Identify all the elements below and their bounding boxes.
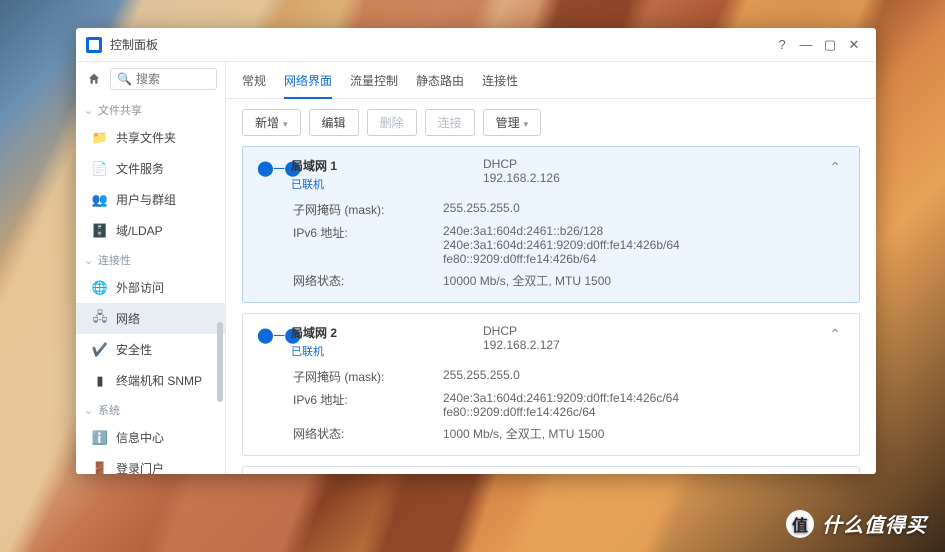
network-icon: 🖧	[92, 311, 108, 327]
value-netstatus: 1000 Mb/s, 全双工, MTU 1500	[443, 425, 845, 442]
sidebar-item-file-service[interactable]: 📄 文件服务	[76, 153, 225, 184]
tab-static-route[interactable]: 静态路由	[416, 72, 464, 98]
interface-mode: DHCP	[483, 157, 560, 171]
value-ipv6: 240e:3a1:604d:2461:9209:d0ff:fe14:426c/6…	[443, 391, 845, 419]
sidebar-group-connectivity[interactable]: 连接性	[76, 246, 225, 272]
folder-icon: 📁	[92, 130, 108, 146]
collapse-toggle[interactable]: ⌃	[825, 157, 845, 178]
tabs: 常规 网络界面 流量控制 静态路由 连接性	[226, 62, 876, 99]
sidebar-item-label: 终端机和 SNMP	[116, 372, 202, 389]
help-button[interactable]: ?	[770, 33, 794, 57]
collapse-toggle[interactable]: ⌃	[825, 324, 845, 345]
tab-connectivity[interactable]: 连接性	[482, 72, 518, 98]
sidebar-item-login-portal[interactable]: 🚪 登录门户	[76, 453, 225, 474]
globe-icon: 🌐	[92, 280, 108, 296]
watermark-badge: 值	[786, 510, 814, 538]
interface-lan1[interactable]: ⬤─⬤ 局域网 1 已联机 DHCP 192.168.2.126 ⌃ 子网掩码 …	[242, 146, 860, 303]
minimize-button[interactable]: —	[794, 33, 818, 57]
search-input[interactable]	[136, 72, 210, 86]
sidebar-item-info-center[interactable]: ℹ️ 信息中心	[76, 422, 225, 453]
document-icon: 📄	[92, 161, 108, 177]
control-panel-window: 控制面板 ? — ▢ ✕ 🔍 文件共享 📁 共享文件夹 📄	[76, 28, 876, 474]
manage-button[interactable]: 管理▾	[483, 109, 542, 136]
value-netstatus: 10000 Mb/s, 全双工, MTU 1500	[443, 272, 845, 289]
interface-lan2[interactable]: ⬤─⬤ 局域网 2 已联机 DHCP 192.168.2.127 ⌃ 子网掩码 …	[242, 313, 860, 456]
delete-button[interactable]: 删除	[367, 109, 417, 136]
tab-network-interface[interactable]: 网络界面	[284, 72, 332, 99]
sidebar-item-network[interactable]: 🖧 网络	[76, 303, 225, 334]
sidebar-item-terminal-snmp[interactable]: ▮ 终端机和 SNMP	[76, 365, 225, 396]
value-subnet: 255.255.255.0	[443, 368, 845, 385]
interface-ip: 192.168.2.127	[483, 338, 560, 352]
interface-status: 已联机	[291, 176, 431, 192]
sidebar-item-shared-folder[interactable]: 📁 共享文件夹	[76, 122, 225, 153]
info-icon: ℹ️	[92, 430, 108, 446]
terminal-icon: ▮	[92, 373, 108, 389]
interface-mode: DHCP	[483, 324, 560, 338]
sidebar-item-label: 信息中心	[116, 429, 164, 446]
label-netstatus: 网络状态:	[293, 425, 443, 442]
ethernet-icon: ⬤─⬤	[257, 326, 279, 344]
label-ipv6: IPv6 地址:	[293, 224, 443, 266]
close-button[interactable]: ✕	[842, 33, 866, 57]
value-ipv6: 240e:3a1:604d:2461::b26/128 240e:3a1:604…	[443, 224, 845, 266]
database-icon: 🗄️	[92, 223, 108, 239]
label-ipv6: IPv6 地址:	[293, 391, 443, 419]
sidebar-item-label: 外部访问	[116, 279, 164, 296]
sidebar-item-security[interactable]: ✔️ 安全性	[76, 334, 225, 365]
value-subnet: 255.255.255.0	[443, 201, 845, 218]
tab-traffic-control[interactable]: 流量控制	[350, 72, 398, 98]
sidebar: 🔍 文件共享 📁 共享文件夹 📄 文件服务 👥 用户与群组 🗄️ 域/LDAP	[76, 62, 226, 474]
titlebar: 控制面板 ? — ▢ ✕	[76, 28, 876, 62]
home-button[interactable]	[84, 69, 104, 89]
interface-name: 局域网 1	[291, 157, 431, 174]
interface-status: 已联机	[291, 343, 431, 359]
sidebar-item-label: 安全性	[116, 341, 152, 358]
ethernet-icon: ⬤─⬤	[257, 159, 279, 177]
search-box[interactable]: 🔍	[110, 68, 217, 90]
home-icon	[87, 72, 101, 86]
connect-button[interactable]: 连接	[425, 109, 475, 136]
interface-name: 局域网 2	[291, 324, 431, 341]
label-netstatus: 网络状态:	[293, 272, 443, 289]
interface-pppoe[interactable]: ••› PPPoE 尚未联机 -- ⌄	[242, 466, 860, 474]
sidebar-item-label: 文件服务	[116, 160, 164, 177]
sidebar-item-label: 用户与群组	[116, 191, 176, 208]
window-title: 控制面板	[110, 36, 158, 53]
sidebar-item-label: 网络	[116, 310, 140, 327]
add-button[interactable]: 新增▾	[242, 109, 301, 136]
sidebar-group-fileshare[interactable]: 文件共享	[76, 96, 225, 122]
sidebar-item-label: 域/LDAP	[116, 222, 163, 239]
sidebar-item-user-group[interactable]: 👥 用户与群组	[76, 184, 225, 215]
search-icon: 🔍	[117, 72, 132, 86]
sidebar-item-label: 共享文件夹	[116, 129, 176, 146]
sidebar-item-domain-ldap[interactable]: 🗄️ 域/LDAP	[76, 215, 225, 246]
watermark: 值 什么值得买	[786, 509, 927, 538]
door-icon: 🚪	[92, 461, 108, 475]
users-icon: 👥	[92, 192, 108, 208]
sidebar-item-external-access[interactable]: 🌐 外部访问	[76, 272, 225, 303]
main-panel: 常规 网络界面 流量控制 静态路由 连接性 新增▾ 编辑 删除 连接 管理▾ ⬤…	[226, 62, 876, 474]
watermark-text: 什么值得买	[822, 509, 927, 538]
tab-general[interactable]: 常规	[242, 72, 266, 98]
sidebar-group-system[interactable]: 系统	[76, 396, 225, 422]
app-icon	[86, 37, 102, 53]
interface-ip: 192.168.2.126	[483, 171, 560, 185]
toolbar: 新增▾ 编辑 删除 连接 管理▾	[226, 99, 876, 146]
sidebar-item-label: 登录门户	[116, 460, 164, 474]
edit-button[interactable]: 编辑	[309, 109, 359, 136]
sidebar-scrollbar[interactable]	[217, 322, 223, 402]
label-subnet: 子网掩码 (mask):	[293, 201, 443, 218]
maximize-button[interactable]: ▢	[818, 33, 842, 57]
shield-icon: ✔️	[92, 342, 108, 358]
interface-list: ⬤─⬤ 局域网 1 已联机 DHCP 192.168.2.126 ⌃ 子网掩码 …	[226, 146, 876, 474]
label-subnet: 子网掩码 (mask):	[293, 368, 443, 385]
